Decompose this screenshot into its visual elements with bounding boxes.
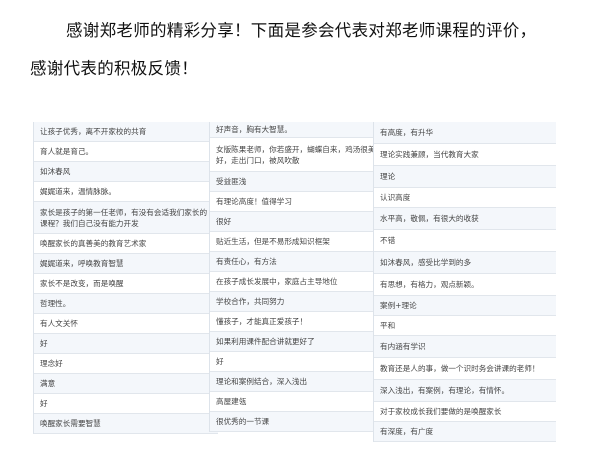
feedback-row: 好 (34, 334, 218, 354)
feedback-row: 哲理性。 (34, 294, 218, 314)
feedback-row: 认识高度 (374, 188, 556, 208)
feedback-row: 唤醒家长的真善美的教育艺术家 (34, 234, 218, 254)
feedback-row: 平和 (374, 316, 556, 336)
feedback-row: 案例+理论 (374, 296, 556, 316)
feedback-row: 有理论高度！值得学习 (210, 192, 394, 212)
feedback-row: 有高度，有升华 (374, 122, 556, 144)
feedback-row: 家长是孩子的第一任老师，有没有会适我们家长的课程？我们自己没有能力开发 (34, 202, 218, 234)
feedback-row: 不错 (374, 230, 556, 252)
feedback-row: 育人就是育己。 (34, 142, 218, 162)
feedback-row: 让孩子优秀，离不开家校的共育 (34, 122, 218, 142)
feedback-row: 有内涵有学识 (374, 336, 556, 358)
feedback-row: 理论实践兼顾，当代教育大家 (374, 144, 556, 166)
feedback-column-1: 让孩子优秀，离不开家校的共育 育人就是育己。 如沐春风 娓娓道来，温情脉脉。 家… (33, 122, 218, 434)
feedback-row: 理论和案例结合，深入浅出 (210, 372, 394, 392)
feedback-row: 有责任心，有方法 (210, 252, 394, 272)
intro-line-2: 感谢代表的积极反馈！ (30, 59, 198, 78)
feedback-row: 如沐春风 (34, 162, 218, 182)
feedback-row: 有思想，有格力，观点新颖。 (374, 274, 556, 296)
feedback-row: 好 (210, 352, 394, 372)
feedback-row: 家长不是改变，而是唤醒 (34, 274, 218, 294)
feedback-row: 好 (34, 394, 218, 414)
feedback-row: 学校合作，共同努力 (210, 292, 394, 312)
feedback-row: 教育还是人的事，做一个识时务会讲课的老师！ (374, 358, 556, 380)
feedback-row: 贴近生活，但是不易形成知识框架 (210, 232, 394, 252)
feedback-row: 有人文关怀 (34, 314, 218, 334)
feedback-row: 受益匪浅 (210, 172, 394, 192)
feedback-row: 娓娓道来，温情脉脉。 (34, 182, 218, 202)
feedback-row: 如果利用课件配合讲就更好了 (210, 332, 394, 352)
feedback-column-3: 有高度，有升华 理论实践兼顾，当代教育大家 理论 认识高度 水平高，敬佩，有很大… (373, 122, 556, 442)
feedback-row: 对于家校成长我们要做的是唤醒家长 (374, 402, 556, 422)
intro-line-1: 感谢郑老师的精彩分享！下面是参会代表对郑老师课程的评价， (66, 21, 537, 40)
feedback-row: 懂孩子，才能真正爱孩子！ (210, 312, 394, 332)
feedback-row: 很好 (210, 212, 394, 232)
feedback-row: 在孩子成长发展中，家庭占主导地位 (210, 272, 394, 292)
feedback-row: 水平高，敬佩，有很大的收获 (374, 208, 556, 230)
feedback-row: 唤醒家长需要智慧 (34, 414, 218, 434)
feedback-row: 好声音，胸有大智慧。 (210, 122, 394, 138)
feedback-row: 理论 (374, 166, 556, 188)
feedback-row: 满意 (34, 374, 218, 394)
intro-paragraph: 感谢郑老师的精彩分享！下面是参会代表对郑老师课程的评价， 感谢代表的积极反馈！ (30, 12, 590, 88)
feedback-row: 有深度，有广度 (374, 422, 556, 442)
feedback-row: 很优秀的一节课 (210, 412, 394, 432)
feedback-row: 深入浅出，有案例，有理论，有情怀。 (374, 380, 556, 402)
feedback-row: 娓娓道来，呼唤教育智慧 (34, 254, 218, 274)
feedback-column-2: 好声音，胸有大智慧。 女版陈果老师，你若盛开，蝴蝶自来，鸡汤很美好，走出门口，被… (209, 122, 394, 432)
feedback-row: 高屋建瓴 (210, 392, 394, 412)
feedback-row: 女版陈果老师，你若盛开，蝴蝶自来，鸡汤很美好，走出门口，被风吹散 (210, 138, 394, 172)
feedback-row: 理念好 (34, 354, 218, 374)
feedback-row: 如沐春风，感受比学到的多 (374, 252, 556, 274)
